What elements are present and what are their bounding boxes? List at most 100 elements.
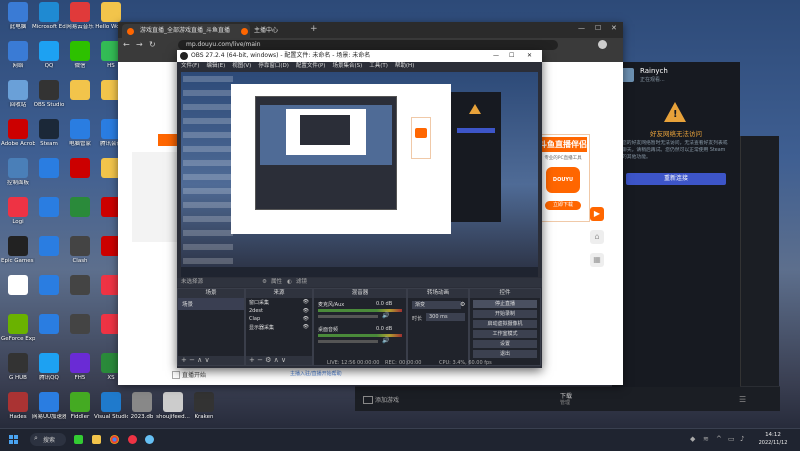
- network-icon[interactable]: ▭: [728, 435, 735, 443]
- shield-icon[interactable]: ◆: [690, 435, 695, 443]
- transition-add-icon[interactable]: ⚙: [460, 301, 465, 308]
- clock-date[interactable]: 2022/11/12: [758, 440, 788, 446]
- start-recording-button[interactable]: 开始录制: [473, 310, 537, 318]
- chevron-up-icon[interactable]: ^: [716, 435, 722, 443]
- close-button[interactable]: ✕: [611, 24, 617, 32]
- transition-select[interactable]: 渐变: [412, 301, 461, 309]
- desktop-icon[interactable]: 腾讯QQ: [32, 353, 66, 382]
- desktop-icon[interactable]: FH5: [63, 353, 97, 382]
- properties-button[interactable]: 属性: [271, 278, 282, 287]
- play-icon[interactable]: ▶: [590, 207, 604, 221]
- filter-icon[interactable]: ◐: [287, 278, 292, 287]
- obs-menu-item[interactable]: 配置文件(P): [296, 63, 326, 69]
- wechat-taskbar-icon[interactable]: [74, 435, 83, 444]
- eye-icon[interactable]: 👁: [303, 308, 309, 314]
- retry-button[interactable]: 重新连接: [626, 173, 726, 185]
- eye-icon[interactable]: 👁: [303, 324, 309, 331]
- obs-minimize-button[interactable]: —: [493, 50, 499, 62]
- windows-start-icon[interactable]: [9, 435, 18, 444]
- settings-button[interactable]: 设置: [473, 340, 537, 348]
- add-game-label[interactable]: 添加游戏: [375, 395, 399, 404]
- steam-taskbar-icon[interactable]: [145, 435, 154, 444]
- volume-slider[interactable]: [318, 315, 378, 318]
- source-item[interactable]: 窗口采集 👁: [246, 298, 312, 307]
- stop-stream-button[interactable]: 停止直播: [473, 300, 537, 308]
- source-item[interactable]: Clap 👁: [246, 315, 312, 323]
- source-item[interactable]: 显示器采集 👁: [246, 323, 312, 332]
- speaker-icon[interactable]: 🔊: [382, 312, 389, 319]
- desktop-icon[interactable]: QQ: [32, 41, 66, 70]
- live-checkbox[interactable]: [172, 371, 180, 379]
- studio-mode-button[interactable]: 工作室模式: [473, 330, 537, 338]
- minimize-button[interactable]: —: [578, 24, 585, 32]
- desktop-icon[interactable]: Epic Games Launcher: [1, 236, 35, 265]
- desktop-icon[interactable]: 回收站: [1, 80, 35, 109]
- search-box[interactable]: ⌕ 搜索: [30, 433, 66, 446]
- eye-icon[interactable]: 👁: [303, 316, 309, 322]
- obs-menu-item[interactable]: 视图(V): [232, 63, 251, 69]
- forward-icon[interactable]: →: [136, 40, 143, 49]
- source-item[interactable]: 2dest 👁: [246, 307, 312, 315]
- obs-menu-item[interactable]: 帮助(H): [395, 63, 414, 69]
- friends-icon[interactable]: ☰: [739, 395, 746, 404]
- volume-slider[interactable]: [318, 340, 378, 343]
- netease-taskbar-icon[interactable]: [128, 435, 137, 444]
- reload-icon[interactable]: ↻: [149, 40, 156, 49]
- desktop-icon[interactable]: 此电脑: [1, 2, 35, 31]
- obs-maximize-button[interactable]: ☐: [509, 50, 514, 62]
- desktop-icon[interactable]: 2023.db: [125, 392, 159, 421]
- desktop-icon[interactable]: Steam: [32, 119, 66, 148]
- desktop-icon[interactable]: Logi: [1, 197, 35, 226]
- explorer-taskbar-icon[interactable]: [92, 435, 101, 444]
- desktop-icon[interactable]: [32, 275, 66, 297]
- obs-menu-item[interactable]: 工具(T): [369, 63, 388, 69]
- properties-icon[interactable]: ⚙: [262, 278, 267, 287]
- back-icon[interactable]: ←: [123, 40, 130, 49]
- maximize-button[interactable]: ☐: [595, 24, 601, 32]
- scene-item[interactable]: 场景: [178, 298, 244, 310]
- exit-button[interactable]: 退出: [473, 350, 537, 358]
- desktop-icon[interactable]: [32, 197, 66, 219]
- desktop-icon[interactable]: 控制面板: [1, 158, 35, 187]
- obs-menu-item[interactable]: 停靠窗口(D): [258, 63, 289, 69]
- desktop-icon[interactable]: [63, 158, 97, 180]
- desktop-icon[interactable]: Kraken: [187, 392, 221, 421]
- duration-input[interactable]: 300 ms: [426, 313, 465, 321]
- desktop-icon[interactable]: Hades: [1, 392, 35, 421]
- download-button[interactable]: 立即下载: [545, 201, 581, 210]
- wifi-icon[interactable]: ≋: [703, 435, 709, 443]
- desktop-icon[interactable]: [1, 275, 35, 297]
- desktop-icon[interactable]: 微信: [63, 41, 97, 70]
- desktop-icon[interactable]: [32, 158, 66, 180]
- desktop-icon[interactable]: GeForce Experience: [1, 314, 35, 343]
- obs-close-button[interactable]: ✕: [527, 50, 532, 62]
- desktop-icon[interactable]: Adobe Acrobat: [1, 119, 35, 148]
- eye-icon[interactable]: 👁: [303, 299, 309, 306]
- desktop-icon[interactable]: 网易云音乐: [63, 2, 97, 31]
- desktop-icon[interactable]: shoujifeed...: [156, 392, 190, 421]
- address-bar[interactable]: mp.douyu.com/live/main: [178, 40, 558, 50]
- desktop-icon[interactable]: G HUB: [1, 353, 35, 382]
- desktop-icon[interactable]: OBS Studio: [32, 80, 66, 109]
- desktop-icon[interactable]: Visual Studio Code: [94, 392, 128, 421]
- volume-icon[interactable]: ♪: [740, 435, 744, 443]
- desktop-icon[interactable]: Clash: [63, 236, 97, 265]
- desktop-icon[interactable]: 网络: [1, 41, 35, 70]
- desktop-icon[interactable]: Microsoft Edge: [32, 2, 66, 31]
- speaker-icon[interactable]: 🔊: [382, 337, 389, 344]
- desktop-icon[interactable]: [63, 314, 97, 336]
- desktop-icon[interactable]: [32, 236, 66, 258]
- help-link[interactable]: 主播入驻/直播开始帮助: [290, 370, 342, 377]
- desktop-icon[interactable]: [63, 197, 97, 219]
- desktop-icon[interactable]: Fiddler: [63, 392, 97, 421]
- clock-time[interactable]: 14:12: [758, 432, 788, 438]
- profile-icon[interactable]: [598, 40, 607, 49]
- desktop-icon[interactable]: 网易UU加速器: [32, 392, 66, 421]
- virtual-camera-button[interactable]: 启动虚拟摄像机: [473, 320, 537, 328]
- desktop-icon[interactable]: [63, 275, 97, 297]
- grid-icon[interactable]: ▦: [590, 253, 604, 267]
- new-tab-button[interactable]: +: [310, 24, 318, 34]
- desktop-icon[interactable]: [63, 80, 97, 102]
- obs-menu-item[interactable]: 场景集合(S): [332, 63, 362, 69]
- desktop-icon[interactable]: [32, 314, 66, 336]
